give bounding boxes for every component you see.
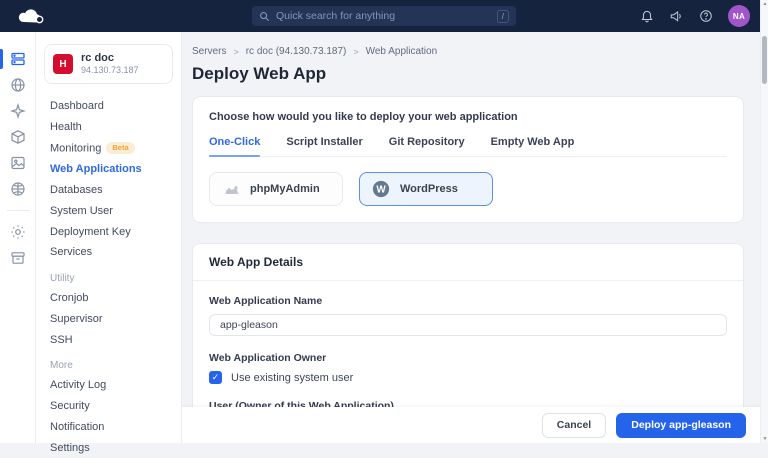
sidebar-item-databases[interactable]: Databases [36, 180, 181, 201]
sidebar-item-supervisor[interactable]: Supervisor [36, 309, 181, 330]
sidebar-item-label: Monitoring [50, 142, 101, 154]
sidebar-item-activity-log[interactable]: Activity Log [36, 375, 181, 396]
section-title-more: More [36, 350, 181, 375]
search-input[interactable] [276, 10, 497, 22]
rail-containers[interactable] [0, 124, 36, 150]
runcloud-logo-icon[interactable] [16, 8, 46, 25]
rail-backups[interactable] [0, 150, 36, 176]
tab-one-click[interactable]: One-Click [209, 136, 260, 156]
tab-empty-web-app[interactable]: Empty Web App [491, 136, 575, 156]
archive-icon [10, 250, 26, 266]
search-icon [259, 11, 270, 22]
action-footer: Cancel Deploy app-gleason [182, 407, 760, 443]
package-icon [10, 129, 26, 145]
sidebar-item-monitoring[interactable]: Monitoring Beta [36, 138, 181, 159]
beta-badge: Beta [106, 142, 134, 154]
rail-web[interactable] [0, 72, 36, 98]
image-icon [10, 155, 26, 171]
use-existing-user-label: Use existing system user [231, 372, 353, 384]
globe-icon [10, 77, 26, 93]
scrollbar-thumb[interactable] [762, 36, 767, 84]
rail-servers[interactable] [0, 46, 36, 72]
web-app-details-card: Web App Details Web Application Name Web… [192, 243, 744, 429]
tab-script-installer[interactable]: Script Installer [286, 136, 362, 156]
servers-icon [10, 51, 26, 67]
page-title: Deploy Web App [192, 64, 744, 84]
sidebar-item-web-applications[interactable]: Web Applications [36, 159, 181, 180]
svg-text:W: W [376, 185, 386, 196]
tab-git-repository[interactable]: Git Repository [389, 136, 465, 156]
main-content: Servers > rc doc (94.130.73.187) > Web A… [182, 32, 760, 443]
rail-dns[interactable] [0, 176, 36, 202]
sidebar-item-notification[interactable]: Notification [36, 417, 181, 438]
section-title-utility: Utility [36, 263, 181, 288]
option-label: phpMyAdmin [250, 183, 320, 195]
sidebar-menu: Dashboard Health Monitoring Beta Web Appl… [36, 96, 181, 263]
server-ip: 94.130.73.187 [81, 65, 139, 76]
quick-search[interactable]: / [252, 6, 516, 26]
rail-archive[interactable] [0, 245, 36, 271]
sidebar-item-ssh[interactable]: SSH [36, 329, 181, 350]
web-app-name-input[interactable] [209, 314, 727, 336]
user-avatar[interactable]: NA [728, 5, 750, 27]
details-card-title: Web App Details [193, 244, 743, 281]
gear-icon [10, 224, 26, 240]
option-wordpress[interactable]: W WordPress [359, 172, 493, 206]
megaphone-icon[interactable] [669, 9, 684, 23]
scroll-up-icon[interactable]: ▲ [761, 1, 768, 7]
deploy-question: Choose how would you like to deploy your… [209, 111, 727, 123]
deploy-method-card: Choose how would you like to deploy your… [192, 96, 744, 223]
deploy-tabs: One-Click Script Installer Git Repositor… [209, 136, 727, 157]
chevron-right-icon: > [353, 47, 358, 57]
network-icon [10, 181, 26, 197]
scroll-down-icon[interactable]: ▼ [761, 436, 768, 442]
breadcrumb-servers[interactable]: Servers [192, 46, 226, 57]
option-label: WordPress [400, 183, 458, 195]
window-scrollbar[interactable]: ▲ ▼ [760, 0, 768, 443]
use-existing-user-checkbox[interactable]: ✓ [209, 371, 222, 384]
topbar: / NA [0, 0, 768, 32]
sparkle-icon [10, 103, 26, 119]
phpmyadmin-icon [222, 183, 240, 196]
rail-new[interactable] [0, 98, 36, 124]
search-shortcut-key: / [497, 10, 509, 23]
cancel-button[interactable]: Cancel [542, 413, 606, 438]
help-icon[interactable] [699, 9, 713, 23]
sidebar-item-dashboard[interactable]: Dashboard [36, 96, 181, 117]
breadcrumb-server[interactable]: rc doc (94.130.73.187) [246, 46, 347, 57]
sidebar-item-cronjob[interactable]: Cronjob [36, 288, 181, 309]
option-phpmyadmin[interactable]: phpMyAdmin [209, 172, 343, 206]
sidebar-item-security[interactable]: Security [36, 396, 181, 417]
sidebar-item-services[interactable]: Services [36, 242, 181, 263]
icon-rail [0, 32, 36, 443]
rail-settings[interactable] [0, 219, 36, 245]
web-app-name-label: Web Application Name [209, 295, 727, 307]
web-app-owner-label: Web Application Owner [209, 352, 727, 364]
sidebar-item-settings[interactable]: Settings [36, 437, 181, 458]
server-provider-icon: H [53, 54, 73, 74]
sidebar-item-deployment-key[interactable]: Deployment Key [36, 221, 181, 242]
sidebar: H rc doc 94.130.73.187 Dashboard Health … [36, 32, 182, 443]
chevron-right-icon: > [233, 47, 238, 57]
server-card[interactable]: H rc doc 94.130.73.187 [44, 44, 173, 84]
deploy-button[interactable]: Deploy app-gleason [616, 413, 746, 438]
sidebar-item-health[interactable]: Health [36, 117, 181, 138]
breadcrumb-web-application[interactable]: Web Application [366, 46, 438, 57]
server-name: rc doc [81, 52, 139, 65]
sidebar-item-system-user[interactable]: System User [36, 200, 181, 221]
wordpress-icon: W [372, 180, 390, 198]
bell-icon[interactable] [640, 9, 654, 23]
rail-divider [7, 210, 29, 211]
breadcrumb: Servers > rc doc (94.130.73.187) > Web A… [192, 46, 744, 57]
